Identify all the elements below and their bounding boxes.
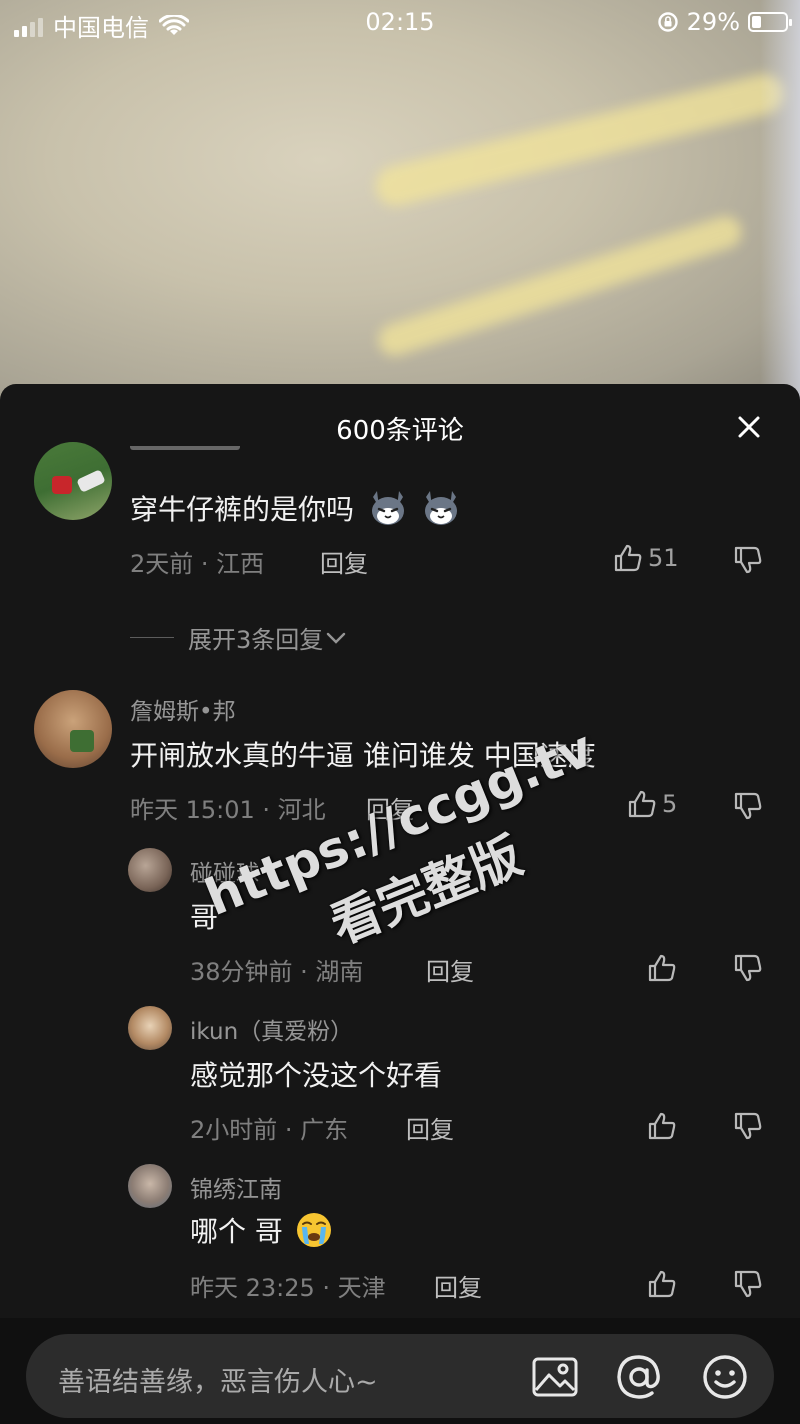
- thumbs-up-icon: [614, 544, 642, 572]
- thumbs-down-icon[interactable]: [732, 952, 764, 984]
- avatar[interactable]: [128, 1164, 172, 1208]
- light-edge: [760, 0, 800, 400]
- close-icon[interactable]: [734, 412, 764, 442]
- avatar[interactable]: [34, 690, 112, 768]
- thumbs-up-icon[interactable]: [646, 1268, 678, 1300]
- reply-meta: 昨天 23:25 · 天津: [190, 1274, 386, 1302]
- avatar[interactable]: [34, 442, 112, 520]
- comment-text-content: 穿牛仔裤的是你吗: [130, 493, 355, 526]
- comment-meta: 昨天 15:01 · 河北: [130, 796, 326, 824]
- cat-face-icon: [371, 491, 404, 525]
- thumbs-up-icon[interactable]: [646, 1110, 678, 1142]
- comments-title: 600条评论: [336, 416, 464, 446]
- comment-input[interactable]: 善语结善缘，恶言伤人心~: [26, 1334, 774, 1418]
- image-icon[interactable]: [530, 1352, 580, 1402]
- user-name[interactable]: ikun（真爱粉）: [190, 1012, 353, 1046]
- thumbs-down-icon[interactable]: [732, 544, 764, 576]
- battery-percent: 29%: [686, 8, 740, 36]
- avatar[interactable]: [128, 848, 172, 892]
- comment-input-bar: 善语结善缘，恶言伤人心~: [0, 1318, 800, 1424]
- reply-text: 感觉那个没这个好看: [190, 1059, 443, 1092]
- chevron-down-icon: [327, 632, 346, 644]
- like-button[interactable]: 51: [612, 542, 679, 574]
- user-name[interactable]: 锦绣江南: [190, 1170, 282, 1204]
- comment-input-placeholder: 善语结善缘，恶言伤人心~: [58, 1367, 378, 1398]
- status-bar: 中国电信 02:15 29%: [0, 0, 800, 46]
- reply-text: 哪个 哥: [190, 1210, 334, 1250]
- user-name[interactable]: 詹姆斯•邦: [130, 692, 236, 726]
- like-button[interactable]: 5: [626, 788, 677, 820]
- reply-button[interactable]: 回复: [434, 1268, 482, 1303]
- comment-meta: 2天前 · 江西: [130, 550, 265, 578]
- at-icon[interactable]: [614, 1352, 664, 1402]
- thumbs-down-icon[interactable]: [732, 790, 764, 822]
- light-streak: [371, 69, 789, 211]
- reply-text-content: 哪个 哥: [190, 1215, 283, 1248]
- comment-text: 开闸放水真的牛逼 谁问谁发 中国速度: [130, 739, 596, 772]
- thumbs-down-icon[interactable]: [732, 1110, 764, 1142]
- light-streak: [374, 212, 746, 360]
- reply-button[interactable]: 回复: [426, 952, 474, 987]
- expand-replies-label: 展开3条回复: [188, 626, 324, 654]
- crying-face-icon: [296, 1213, 331, 1247]
- battery-icon: [748, 12, 792, 32]
- reply-button[interactable]: 回复: [320, 544, 368, 579]
- comments-sheet: 600条评论 穿牛仔裤的是你吗 2天前 · 江西 回复 51 展开3条回复 詹姆…: [0, 384, 800, 1424]
- user-name[interactable]: 碰碰球: [190, 854, 259, 888]
- thumbs-down-icon[interactable]: [732, 1268, 764, 1300]
- reply-text: 哥: [190, 901, 219, 934]
- video-frame[interactable]: [0, 0, 800, 400]
- thumbs-up-icon: [628, 790, 656, 818]
- rotation-lock-icon: [657, 12, 678, 32]
- comment-text: 穿牛仔裤的是你吗: [130, 488, 462, 529]
- reply-button[interactable]: 回复: [406, 1110, 454, 1145]
- emoji-icon[interactable]: [700, 1352, 750, 1402]
- avatar[interactable]: [128, 1006, 172, 1050]
- cat-face-icon: [424, 491, 457, 525]
- expand-replies-button[interactable]: 展开3条回复: [130, 620, 347, 655]
- like-count: 5: [662, 790, 678, 818]
- reply-meta: 2小时前 · 广东: [190, 1116, 349, 1144]
- reply-meta: 38分钟前 · 湖南: [190, 958, 364, 986]
- divider: [130, 637, 174, 638]
- thumbs-up-icon[interactable]: [646, 952, 678, 984]
- like-count: 51: [648, 544, 679, 572]
- name-clipped: [130, 446, 250, 466]
- reply-button[interactable]: 回复: [366, 790, 414, 825]
